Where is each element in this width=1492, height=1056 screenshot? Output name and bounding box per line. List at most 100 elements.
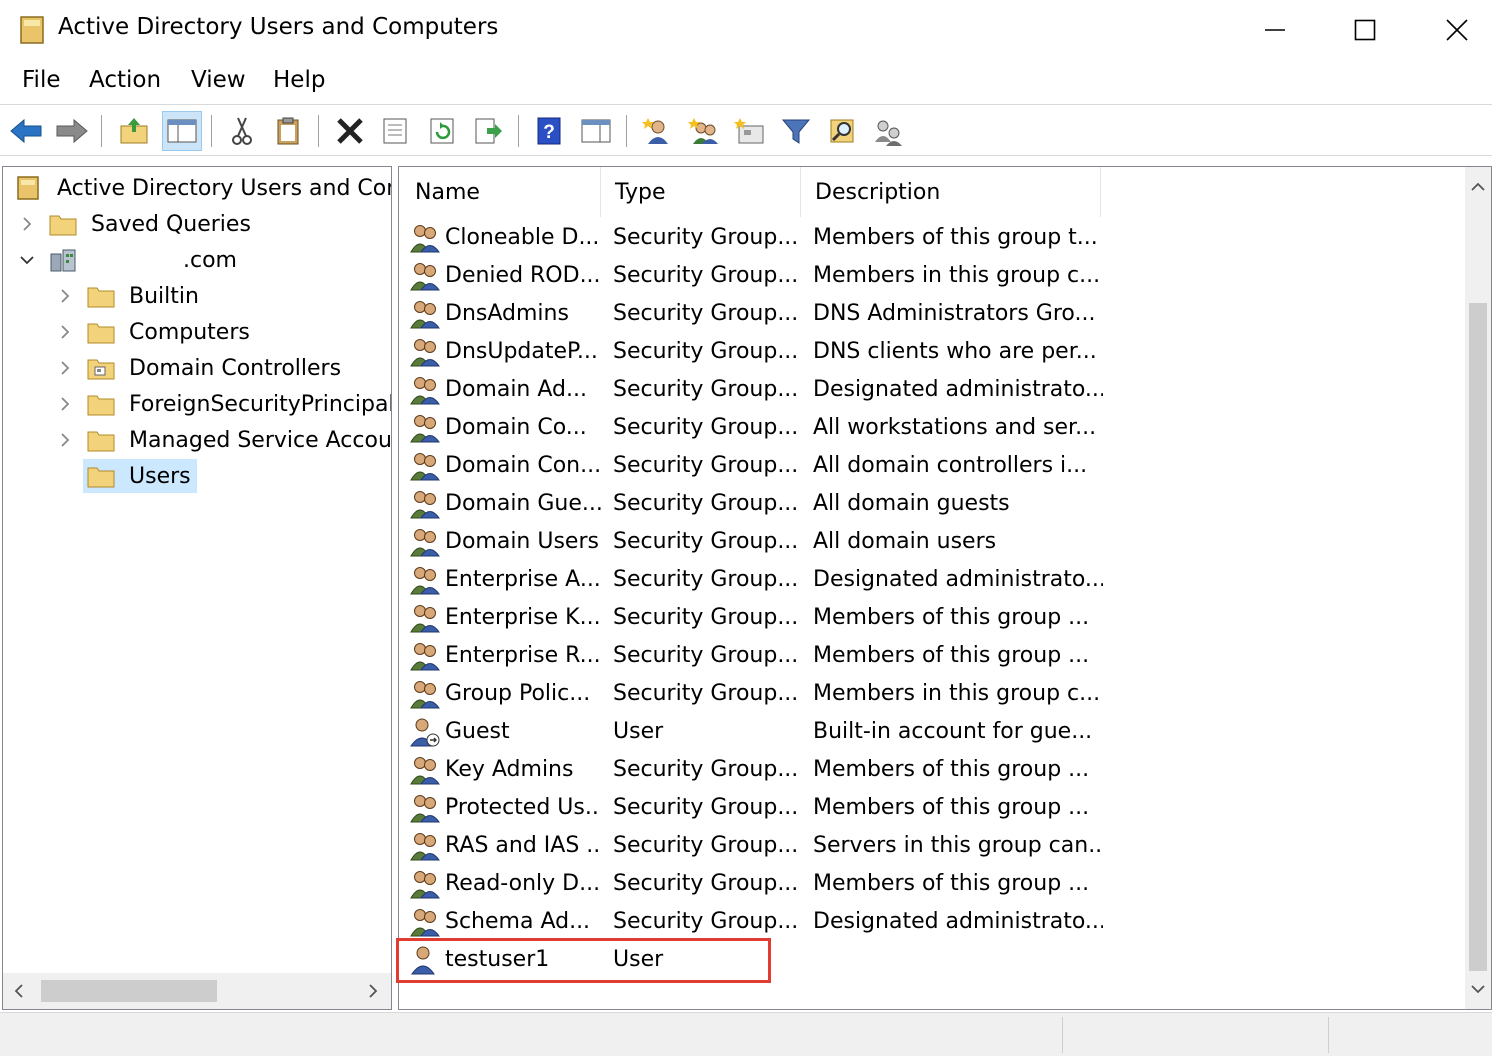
group-icon [409, 374, 441, 406]
new-user-button[interactable] [637, 111, 677, 151]
details-list[interactable]: Name Type Description Cloneable D... Secu… [398, 166, 1492, 1010]
cell-description [813, 940, 1103, 978]
table-row[interactable]: Domain Co... Security Group... All worksta… [399, 408, 1459, 446]
column-header-description[interactable]: Description [801, 167, 1101, 217]
table-row[interactable]: Enterprise A... Security Group... Designat… [399, 560, 1459, 598]
cell-type: Security Group... [613, 680, 799, 706]
tree-item-domain[interactable]: .com [49, 243, 241, 277]
table-row[interactable]: DnsAdmins Security Group... DNS Administra… [399, 294, 1459, 332]
menu-action[interactable]: Action [87, 67, 163, 93]
tree-item-domain-controllers[interactable]: Domain Controllers [87, 351, 345, 385]
tree-item-label: Users [129, 463, 191, 489]
scroll-down-icon[interactable] [1468, 979, 1488, 999]
properties-button[interactable] [375, 111, 415, 151]
show-hide-console-tree-icon [167, 119, 197, 143]
cell-name: Protected Us... [445, 794, 601, 820]
chevron-down-icon[interactable] [17, 250, 37, 270]
chevron-right-icon[interactable] [55, 394, 75, 414]
cell-description: Designated administrato... [813, 566, 1103, 592]
folder-icon [49, 215, 77, 236]
cell-type: Security Group... [613, 414, 799, 440]
up-folder-button[interactable] [114, 111, 154, 151]
tree-item-computers[interactable]: Computers [87, 315, 254, 349]
cell-description: Servers in this group can... [813, 832, 1103, 858]
table-row[interactable]: Domain Gue... Security Group... All domain… [399, 484, 1459, 522]
show-hide-action-pane-button[interactable] [576, 111, 616, 151]
table-row[interactable]: Key Admins Security Group... Members of th… [399, 750, 1459, 788]
scroll-left-icon[interactable] [9, 981, 29, 1001]
table-row[interactable]: Denied ROD... Security Group... Members in… [399, 256, 1459, 294]
refresh-button[interactable] [422, 111, 462, 151]
table-row[interactable]: RAS and IAS ... Security Group... Servers … [399, 826, 1459, 864]
console-tree[interactable]: Active Directory Users and Com Saved Que… [2, 166, 392, 1010]
chevron-right-icon[interactable] [55, 430, 75, 450]
maximize-button[interactable] [1320, 0, 1410, 60]
table-row[interactable]: Enterprise R... Security Group... Members … [399, 636, 1459, 674]
folder-icon [87, 431, 115, 452]
delete-button[interactable] [330, 111, 370, 151]
table-row[interactable]: Domain Users Security Group... All domain … [399, 522, 1459, 560]
group-icon [409, 602, 441, 634]
tree-root[interactable]: Active Directory Users and Com [15, 171, 391, 205]
cell-description: DNS clients who are per... [813, 338, 1097, 364]
tree-item-managed-service-accounts[interactable]: Managed Service Accounts [87, 423, 391, 457]
tree-horizontal-scrollbar[interactable] [3, 973, 391, 1009]
table-row[interactable]: DnsUpdateP... Security Group... DNS client… [399, 332, 1459, 370]
close-button[interactable] [1412, 0, 1492, 60]
menu-help[interactable]: Help [271, 67, 327, 93]
filter-button[interactable] [776, 111, 816, 151]
new-group-button[interactable] [684, 111, 724, 151]
group-icon [409, 792, 441, 824]
new-ou-icon [734, 118, 764, 144]
properties-icon [383, 118, 407, 144]
show-hide-console-tree-button[interactable] [162, 111, 202, 151]
menu-view[interactable]: View [189, 67, 248, 93]
table-row[interactable]: Domain Con... Security Group... All domain… [399, 446, 1459, 484]
cell-description: All domain users [813, 528, 997, 554]
export-list-button[interactable] [468, 111, 508, 151]
cell-name: Schema Ad... [445, 908, 591, 934]
tree-item-saved-queries[interactable]: Saved Queries [49, 207, 255, 241]
cell-type: Security Group... [613, 756, 799, 782]
scroll-up-icon[interactable] [1468, 177, 1488, 197]
scrollbar-thumb[interactable] [1469, 303, 1487, 971]
delete-icon [337, 118, 363, 144]
table-row[interactable]: Group Polic... Security Group... Members i… [399, 674, 1459, 712]
new-ou-button[interactable] [730, 111, 770, 151]
toolbar: ? [0, 104, 1492, 156]
chevron-right-icon[interactable] [55, 358, 75, 378]
back-button[interactable] [6, 111, 46, 151]
chevron-right-icon[interactable] [55, 286, 75, 306]
table-row[interactable]: Enterprise K... Security Group... Members … [399, 598, 1459, 636]
column-header-type[interactable]: Type [601, 167, 801, 217]
list-vertical-scrollbar[interactable] [1465, 167, 1491, 1009]
group-icon [409, 830, 441, 862]
table-row[interactable]: Guest User Built-in account for gue... [399, 712, 1459, 750]
table-row[interactable]: Schema Ad... Security Group... Designated … [399, 902, 1459, 940]
table-row[interactable]: Protected Us... Security Group... Members … [399, 788, 1459, 826]
cut-button[interactable] [222, 111, 262, 151]
tree-item-foreign-security-principals[interactable]: ForeignSecurityPrincipals [87, 387, 391, 421]
find-button[interactable] [822, 111, 862, 151]
minimize-button[interactable] [1230, 0, 1320, 60]
help-button[interactable]: ? [529, 111, 569, 151]
scrollbar-thumb[interactable] [41, 980, 217, 1002]
cell-type: Security Group... [613, 338, 799, 364]
refresh-icon [430, 118, 454, 144]
chevron-right-icon[interactable] [17, 214, 37, 234]
ad-root-icon [17, 176, 39, 200]
forward-button[interactable] [52, 111, 92, 151]
cell-description: Members of this group ... [813, 870, 1090, 896]
tree-item-builtin[interactable]: Builtin [87, 279, 203, 313]
column-header-name[interactable]: Name [401, 167, 601, 217]
folder-icon [87, 323, 115, 344]
scroll-right-icon[interactable] [363, 981, 383, 1001]
delegate-control-button[interactable] [868, 111, 908, 151]
tree-item-users[interactable]: Users [83, 459, 197, 493]
menu-file[interactable]: File [20, 67, 63, 93]
table-row[interactable]: Cloneable D... Security Group... Members o… [399, 218, 1459, 256]
chevron-right-icon[interactable] [55, 322, 75, 342]
paste-button[interactable] [268, 111, 308, 151]
table-row[interactable]: Read-only D... Security Group... Members o… [399, 864, 1459, 902]
table-row[interactable]: Domain Ad... Security Group... Designated … [399, 370, 1459, 408]
